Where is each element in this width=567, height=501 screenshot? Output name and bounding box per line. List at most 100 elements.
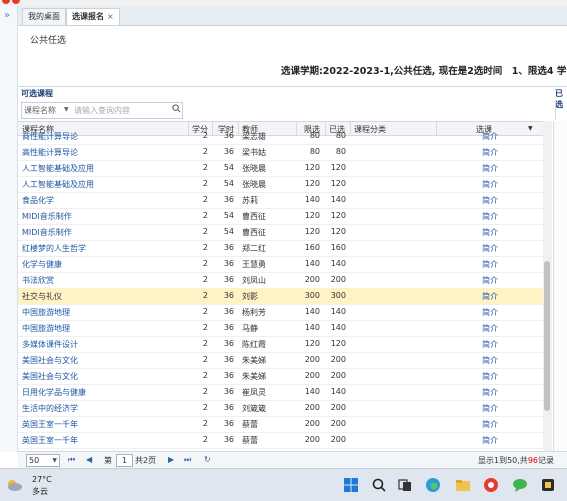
chat-app-icon[interactable] xyxy=(512,477,528,493)
course-name-cell[interactable]: 社交与礼仪 xyxy=(22,291,62,302)
course-intro-link[interactable]: 简介 xyxy=(482,243,498,254)
course-intro-link[interactable]: 简介 xyxy=(482,291,498,302)
selected-courses-pane xyxy=(553,121,567,451)
refresh-icon[interactable]: ↻ xyxy=(204,455,211,464)
course-intro-link[interactable]: 简介 xyxy=(482,131,498,142)
table-row[interactable]: 高性能计算导论 2 36 梁书姑 80 80 简介 xyxy=(18,144,550,161)
chevron-down-icon[interactable]: ▼ xyxy=(52,455,57,466)
table-row[interactable]: 生活中的经济学 2 36 刘箴箴 200 200 简介 xyxy=(18,400,550,417)
chevron-down-icon[interactable]: ▼ xyxy=(64,106,69,113)
course-intro-link[interactable]: 简介 xyxy=(482,211,498,222)
table-row[interactable]: 日用化学品与健康 2 36 崔凤灵 140 140 简介 xyxy=(18,384,550,401)
course-intro-link[interactable]: 简介 xyxy=(482,355,498,366)
task-view-icon[interactable] xyxy=(397,477,413,493)
table-row[interactable]: 英国王室一千年 2 36 蔡蕾 200 200 简介 xyxy=(18,416,550,433)
table-row[interactable]: 书法欣赏 2 36 刘凤山 200 200 简介 xyxy=(18,272,550,289)
table-row[interactable]: MIDI音乐制作 2 54 曹西征 120 120 简介 xyxy=(18,224,550,241)
vertical-scrollbar[interactable] xyxy=(543,121,552,451)
table-row[interactable]: 人工智能基础及应用 2 54 张晓晨 120 120 简介 xyxy=(18,176,550,193)
expand-icon[interactable]: » xyxy=(4,10,10,21)
app-icon[interactable] xyxy=(483,477,499,493)
course-name-cell[interactable]: 美国社会与文化 xyxy=(22,355,78,366)
table-row[interactable]: 多媒体课件设计 2 36 陈红霞 120 120 简介 xyxy=(18,336,550,353)
search-field-select[interactable]: 课程名称 xyxy=(24,105,56,116)
chosen-cell: 140 xyxy=(330,387,346,396)
table-row[interactable]: 食品化学 2 36 苏莉 140 140 简介 xyxy=(18,192,550,209)
teacher-cell: 陈红霞 xyxy=(242,340,266,349)
course-intro-link[interactable]: 简介 xyxy=(482,259,498,270)
course-intro-link[interactable]: 简介 xyxy=(482,435,498,446)
table-row[interactable]: MIDI音乐制作 2 54 曹西征 120 120 简介 xyxy=(18,208,550,225)
course-name-cell[interactable]: 食品化学 xyxy=(22,195,54,206)
search-box[interactable]: 课程名称 ▼ 请输入查询内容 xyxy=(21,102,183,119)
course-intro-link[interactable]: 简介 xyxy=(482,163,498,174)
course-intro-link[interactable]: 简介 xyxy=(482,195,498,206)
table-row[interactable]: 商性能计算导论 2 36 梁志雄 80 80 简介 xyxy=(18,128,550,145)
course-intro-link[interactable]: 简介 xyxy=(482,323,498,334)
close-dot-icon xyxy=(12,0,20,4)
table-row[interactable]: 化学与健康 2 36 王慧勇 140 140 简介 xyxy=(18,256,550,273)
course-name-cell[interactable]: MIDI音乐制作 xyxy=(22,227,72,238)
course-name-cell[interactable]: 日用化学品与健康 xyxy=(22,387,86,398)
limit-cell: 120 xyxy=(304,163,320,172)
course-intro-link[interactable]: 简介 xyxy=(482,371,498,382)
chosen-cell: 120 xyxy=(330,179,346,188)
course-name-cell[interactable]: 化学与健康 xyxy=(22,259,62,270)
course-name-cell[interactable]: 英国王室一千年 xyxy=(22,435,78,446)
course-name-cell[interactable]: 人工智能基础及应用 xyxy=(22,163,94,174)
course-intro-link[interactable]: 简介 xyxy=(482,387,498,398)
table-row[interactable]: 人工智能基础及应用 2 54 张晓晨 120 120 简介 xyxy=(18,160,550,177)
course-name-cell[interactable]: 人工智能基础及应用 xyxy=(22,179,94,190)
edge-browser-icon[interactable] xyxy=(425,477,441,493)
course-name-cell[interactable]: MIDI音乐制作 xyxy=(22,211,72,222)
file-explorer-icon[interactable] xyxy=(455,477,471,493)
hours-cell: 54 xyxy=(223,211,234,220)
table-row[interactable]: 美国社会与文化 2 36 朱美娣 200 200 简介 xyxy=(18,352,550,369)
course-name-cell[interactable]: 中国旅游地理 xyxy=(22,323,70,334)
left-collapse-strip[interactable]: » xyxy=(0,6,18,452)
course-name-cell[interactable]: 生活中的经济学 xyxy=(22,403,78,414)
search-icon[interactable] xyxy=(371,477,387,493)
next-page-icon[interactable]: ▶ xyxy=(168,455,174,464)
course-intro-link[interactable]: 简介 xyxy=(482,147,498,158)
course-name-cell[interactable]: 英国王室一千年 xyxy=(22,419,78,430)
course-name-cell[interactable]: 中国旅游地理 xyxy=(22,307,70,318)
course-intro-link[interactable]: 简介 xyxy=(482,227,498,238)
scrollbar-thumb[interactable] xyxy=(544,261,550,411)
table-row[interactable]: 美国社会与文化 2 36 朱美娣 200 200 简介 xyxy=(18,368,550,385)
page-size-select[interactable]: 50 ▼ xyxy=(26,454,60,467)
table-row[interactable]: 红楼梦的人生哲学 2 36 郑二红 160 160 简介 xyxy=(18,240,550,257)
table-row[interactable]: 社交与礼仪 2 36 刘影 300 300 简介 xyxy=(18,288,550,305)
prev-page-icon[interactable]: ◀ xyxy=(86,455,92,464)
credit-cell: 2 xyxy=(202,179,208,188)
teacher-cell: 刘影 xyxy=(242,292,258,301)
course-name-cell[interactable]: 美国社会与文化 xyxy=(22,371,78,382)
weather-cloud-icon[interactable] xyxy=(4,475,24,495)
course-intro-link[interactable]: 简介 xyxy=(482,179,498,190)
tab-course-signup[interactable]: 选课报名 × xyxy=(66,8,120,25)
search-icon[interactable] xyxy=(172,104,181,116)
hours-cell: 36 xyxy=(223,339,234,348)
course-intro-link[interactable]: 简介 xyxy=(482,403,498,414)
course-name-cell[interactable]: 书法欣赏 xyxy=(22,275,54,286)
close-icon[interactable]: × xyxy=(107,12,114,21)
page-input[interactable]: 1 xyxy=(116,454,133,467)
table-row[interactable]: 中国旅游地理 2 36 杨利芳 140 140 简介 xyxy=(18,304,550,321)
course-name-cell[interactable]: 高性能计算导论 xyxy=(22,147,78,158)
credit-cell: 2 xyxy=(202,243,208,252)
course-name-cell[interactable]: 红楼梦的人生哲学 xyxy=(22,243,86,254)
course-intro-link[interactable]: 简介 xyxy=(482,419,498,430)
course-intro-link[interactable]: 简介 xyxy=(482,275,498,286)
tab-desktop[interactable]: 我的桌面 xyxy=(22,8,66,25)
search-input[interactable]: 请输入查询内容 xyxy=(74,105,130,116)
course-name-cell[interactable]: 商性能计算导论 xyxy=(22,131,78,142)
table-row[interactable]: 英国王室一千年 2 36 蔡蕾 200 200 简介 xyxy=(18,432,550,449)
course-intro-link[interactable]: 简介 xyxy=(482,339,498,350)
app-icon[interactable] xyxy=(540,477,556,493)
first-page-icon[interactable]: ⏮ xyxy=(68,455,75,465)
course-intro-link[interactable]: 简介 xyxy=(482,307,498,318)
last-page-icon[interactable]: ⏭ xyxy=(184,455,191,465)
windows-start-icon[interactable] xyxy=(343,477,359,493)
course-name-cell[interactable]: 多媒体课件设计 xyxy=(22,339,78,350)
table-row[interactable]: 中国旅游地理 2 36 马静 140 140 简介 xyxy=(18,320,550,337)
